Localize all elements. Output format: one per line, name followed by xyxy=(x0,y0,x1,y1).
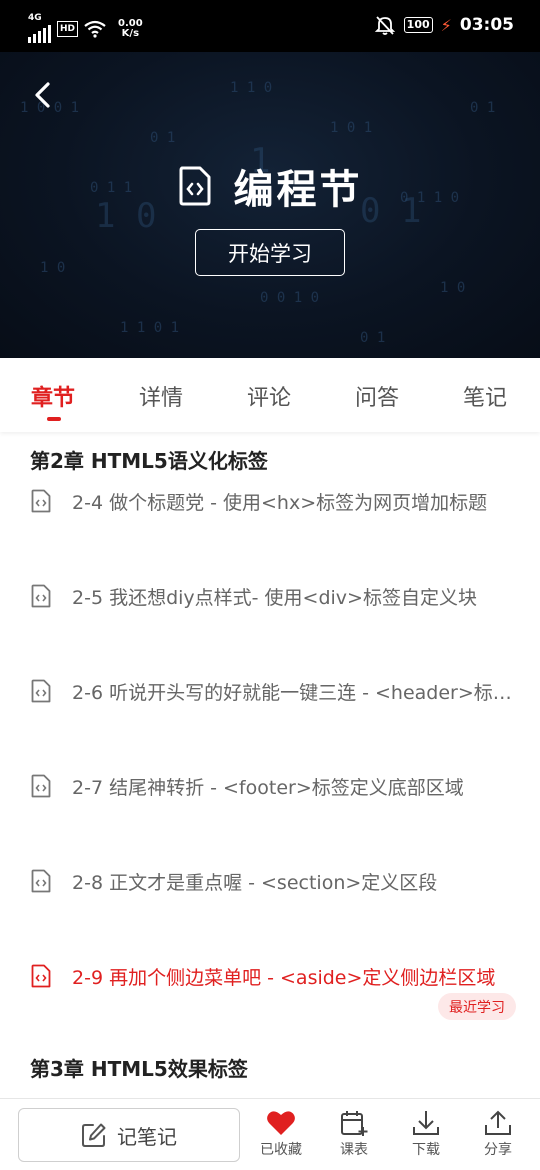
back-button[interactable] xyxy=(26,78,60,112)
tab-comments[interactable]: 评论 xyxy=(247,380,291,412)
hd-icon: HD xyxy=(57,20,79,37)
download-icon xyxy=(413,1111,439,1135)
download-button[interactable]: 下载 xyxy=(396,1109,456,1159)
charging-icon: ⚡ xyxy=(440,15,452,35)
code-file-icon xyxy=(31,679,51,703)
lesson-item[interactable]: 2-8 正文才是重点喔 - <section>定义区段 xyxy=(30,861,520,901)
code-file-icon xyxy=(31,489,51,513)
course-title: 编程节 xyxy=(233,167,363,213)
share-button[interactable]: 分享 xyxy=(468,1109,528,1159)
favorite-label: 已收藏 xyxy=(260,1142,302,1158)
clock: 03:05 xyxy=(459,15,514,35)
lesson-title: 2-7 结尾神转折 - <footer>标签定义底部区域 xyxy=(72,776,464,799)
schedule-button[interactable]: 课表 xyxy=(324,1109,384,1159)
calendar-add-icon xyxy=(341,1111,368,1136)
network-speed: 0.00 K/s xyxy=(118,17,143,39)
schedule-label: 课表 xyxy=(340,1142,368,1158)
tab-notes[interactable]: 笔记 xyxy=(463,380,507,412)
favorite-button[interactable]: 已收藏 xyxy=(251,1109,311,1159)
svg-text:1 1 0 1: 1 1 0 1 xyxy=(120,320,179,336)
edit-icon xyxy=(82,1123,106,1147)
share-icon xyxy=(485,1110,511,1135)
tab-bar: 章节 详情 评论 问答 笔记 xyxy=(0,358,540,432)
svg-text:0 0 1 0: 0 0 1 0 xyxy=(260,290,319,306)
svg-text:0 1: 0 1 xyxy=(470,100,495,116)
tab-qa[interactable]: 问答 xyxy=(355,380,399,412)
start-learning-button[interactable]: 开始学习 xyxy=(195,229,345,276)
take-note-label: 记笔记 xyxy=(117,1124,177,1149)
lesson-title: 2-8 正文才是重点喔 - <section>定义区段 xyxy=(72,871,438,894)
tab-details[interactable]: 详情 xyxy=(139,380,183,412)
share-label: 分享 xyxy=(484,1142,512,1158)
lesson-item[interactable]: 2-7 结尾神转折 - <footer>标签定义底部区域 xyxy=(30,766,520,806)
recent-learning-badge: 最近学习 xyxy=(438,993,516,1020)
svg-text:1 0: 1 0 xyxy=(440,280,465,296)
wifi-icon xyxy=(84,20,106,38)
bottom-action-bar: 记笔记 已收藏 课表 下载 分享 xyxy=(0,1098,540,1170)
signal-icon xyxy=(28,23,51,43)
code-file-icon xyxy=(31,774,51,798)
status-bar: 4G HD 0.00 K/s 100 ⚡ 03:05 xyxy=(0,0,540,52)
speed-value: 0.00 xyxy=(118,17,143,29)
svg-text:0 1: 0 1 xyxy=(360,330,385,346)
course-title-row: 编程节 xyxy=(0,157,540,215)
lesson-title: 2-5 我还想diy点样式- 使用<div>标签自定义块 xyxy=(72,586,477,609)
svg-text:1 0 1: 1 0 1 xyxy=(330,120,372,136)
download-label: 下载 xyxy=(412,1142,440,1158)
speed-unit: K/s xyxy=(121,27,140,39)
lesson-title: 2-6 听说开头写的好就能一键三连 - <header>标签定义页眉区域 xyxy=(72,681,520,704)
svg-text:1 1 0: 1 1 0 xyxy=(230,80,272,96)
network-type: 4G xyxy=(28,13,42,23)
chapter-title: 第3章 HTML5效果标签 xyxy=(30,1057,248,1081)
active-tab-indicator xyxy=(47,417,61,421)
course-header: 1 0 0 10 1 11 0 0 11 1 00 0 1 0 1 0 10 1… xyxy=(0,52,540,358)
lesson-item[interactable]: 2-4 做个标题党 - 使用<hx>标签为网页增加标题 xyxy=(30,481,520,521)
heart-icon xyxy=(267,1111,295,1135)
lesson-title: 2-9 再加个侧边菜单吧 - <aside>定义侧边栏区域 xyxy=(72,966,496,989)
svg-text:0 1: 0 1 xyxy=(150,130,175,146)
code-file-icon xyxy=(31,964,51,988)
take-note-button[interactable]: 记笔记 xyxy=(18,1108,240,1162)
battery-icon: 100 xyxy=(403,17,433,33)
lesson-item[interactable]: 2-6 听说开头写的好就能一键三连 - <header>标签定义页眉区域 xyxy=(30,671,520,711)
lesson-item-current[interactable]: 2-9 再加个侧边菜单吧 - <aside>定义侧边栏区域 xyxy=(30,956,520,996)
lesson-title: 2-4 做个标题党 - 使用<hx>标签为网页增加标题 xyxy=(72,491,488,514)
lesson-item[interactable]: 2-5 我还想diy点样式- 使用<div>标签自定义块 xyxy=(30,576,520,616)
tab-chapters[interactable]: 章节 xyxy=(31,380,75,412)
chapter-title: 第2章 HTML5语义化标签 xyxy=(30,449,268,473)
code-file-icon xyxy=(31,869,51,893)
code-file-icon xyxy=(179,166,210,206)
code-file-icon xyxy=(31,584,51,608)
svg-text:1 0: 1 0 xyxy=(40,260,65,276)
mute-bell-icon xyxy=(374,16,395,35)
